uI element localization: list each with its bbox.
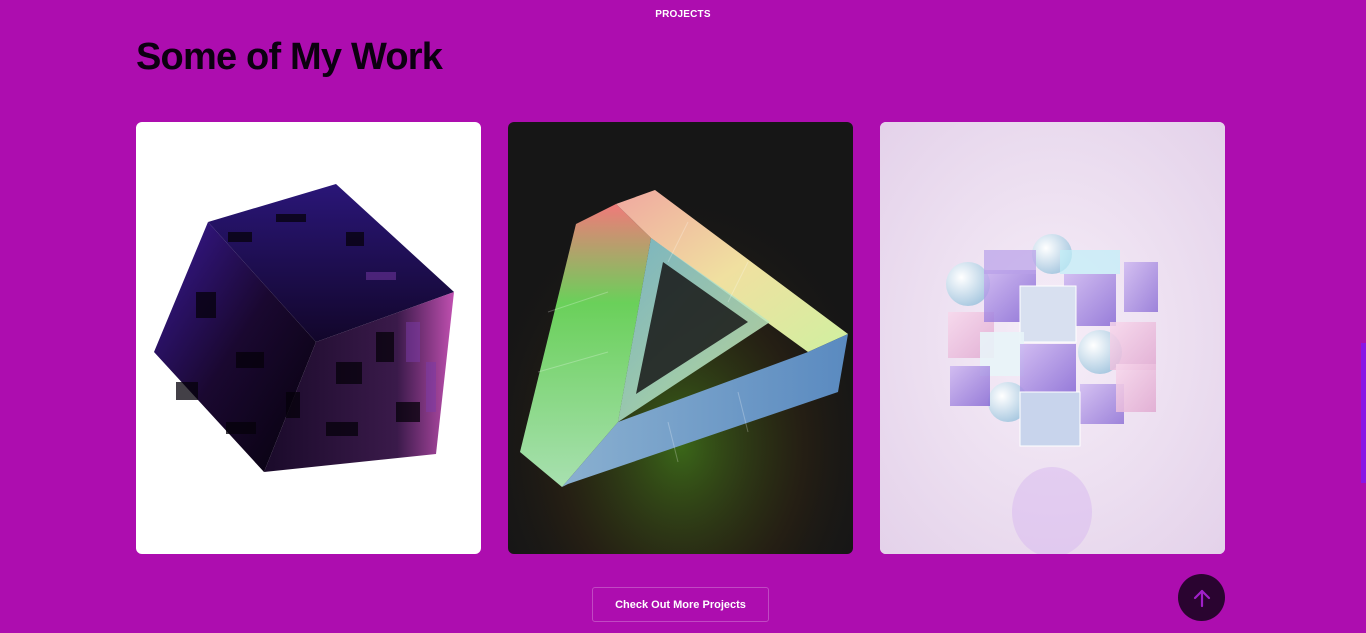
fractal-cube-image [154, 184, 454, 472]
project-cards [136, 122, 1225, 554]
scroll-to-top-button[interactable] [1178, 574, 1225, 621]
more-projects-button[interactable]: Check Out More Projects [592, 587, 769, 622]
impossible-triangle-image [508, 122, 853, 554]
project-card-3[interactable] [880, 122, 1225, 554]
arrow-up-icon [1193, 589, 1210, 607]
page-title: Some of My Work [136, 36, 443, 78]
project-card-2[interactable] [508, 122, 853, 554]
project-card-1[interactable] [136, 122, 481, 554]
projects-section: PROJECTS Some of My Work Check Out More … [0, 0, 1366, 633]
glass-cubes-image [880, 122, 1225, 554]
scrollbar-thumb[interactable] [1361, 343, 1366, 483]
section-label: PROJECTS [655, 9, 711, 20]
